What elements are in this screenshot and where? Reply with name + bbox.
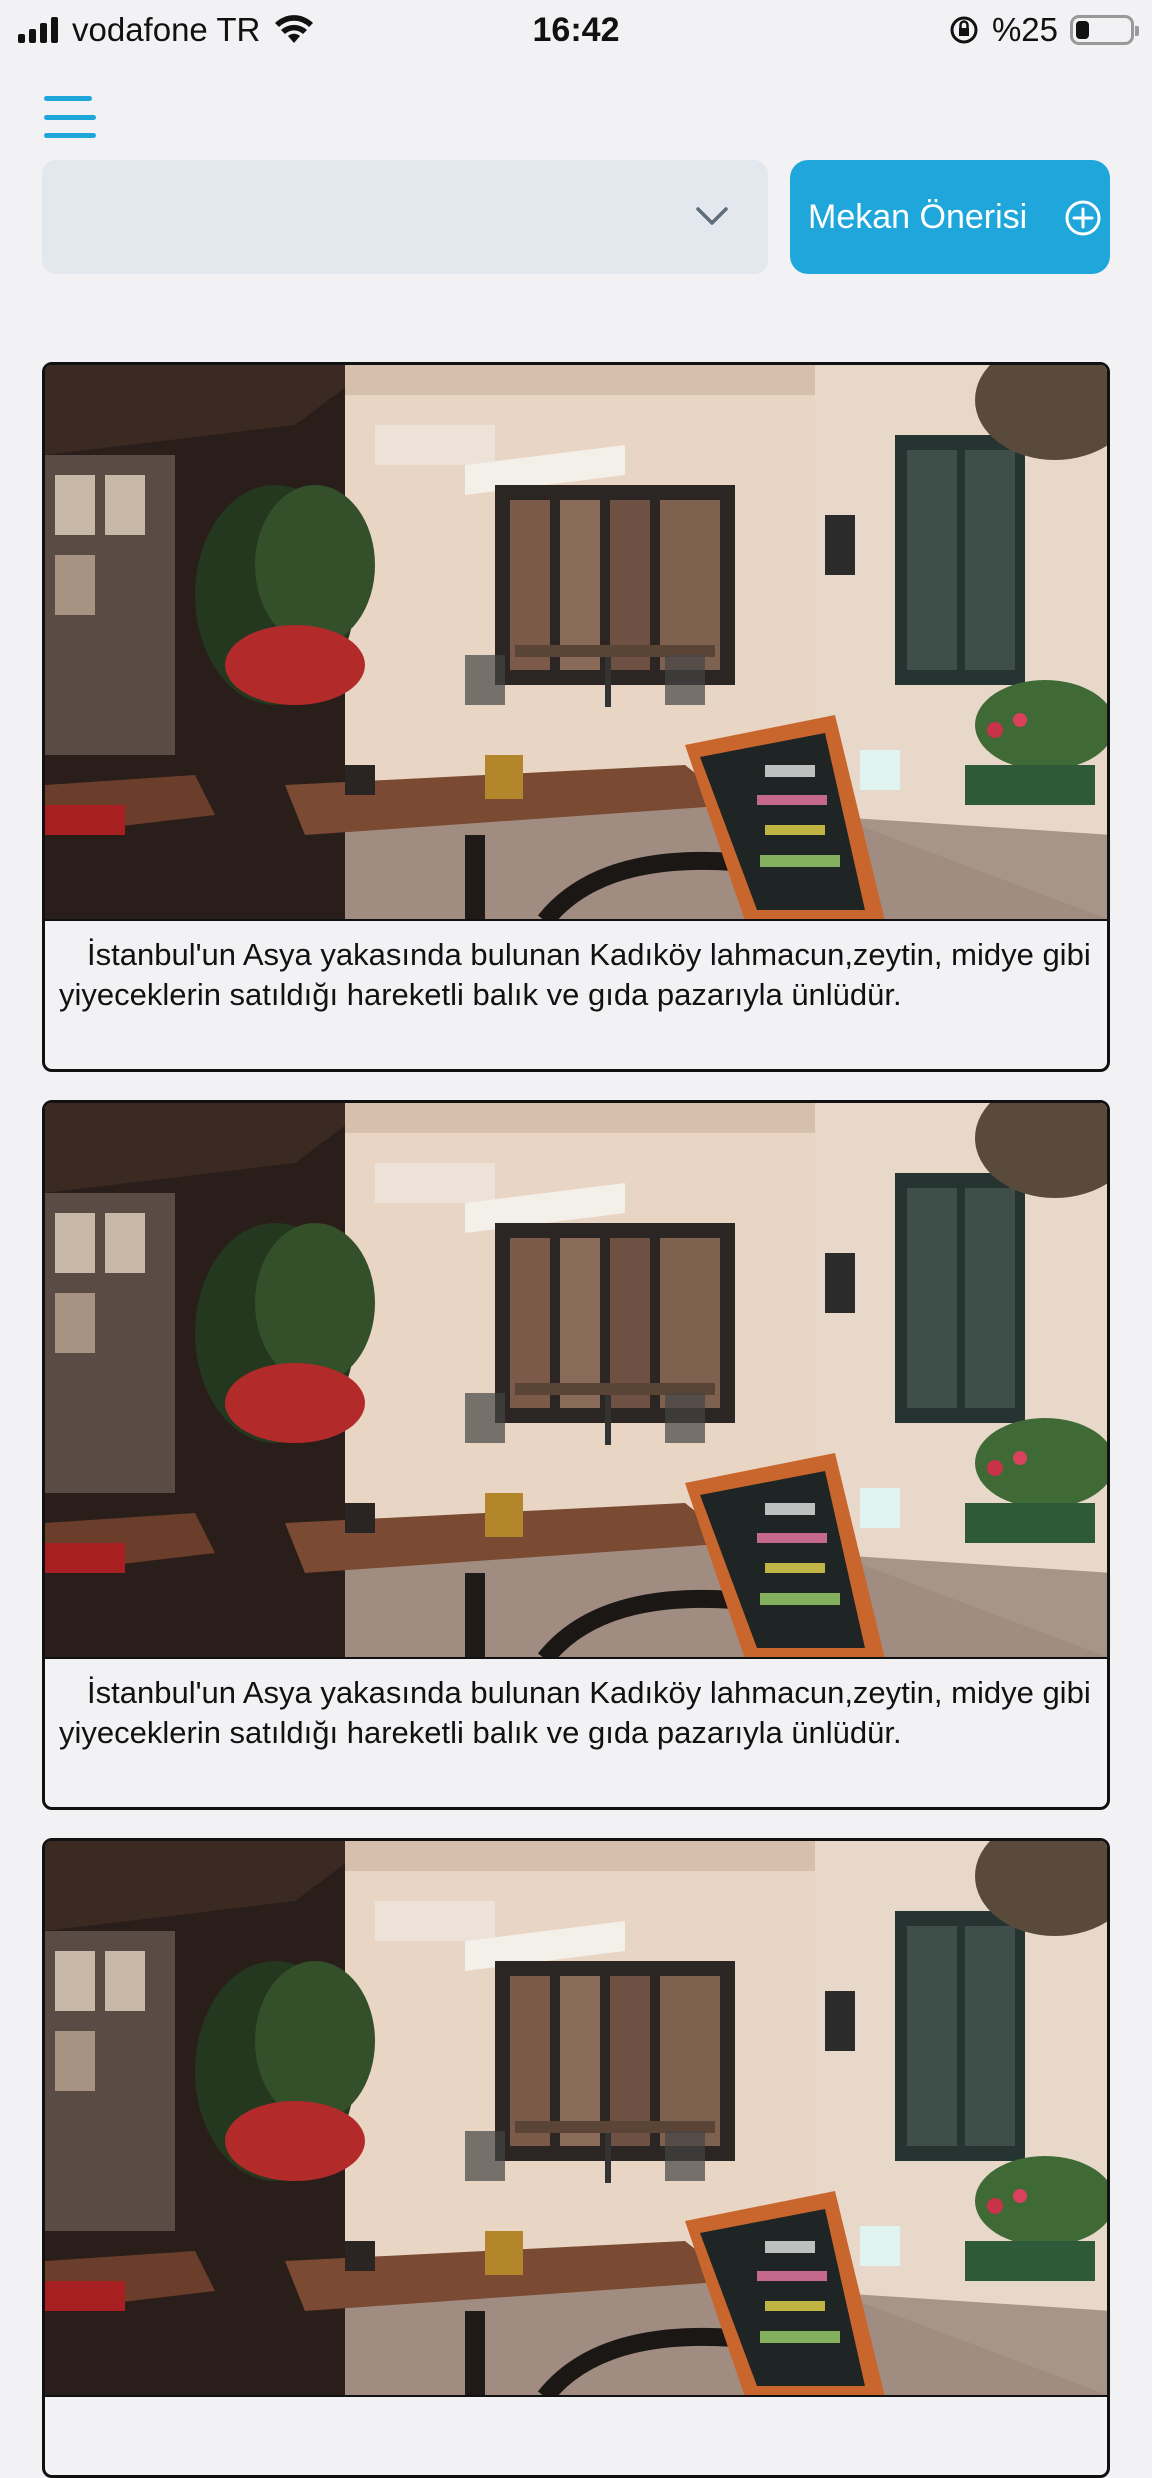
plus-circle-icon	[1065, 200, 1101, 236]
place-description: İstanbul'un Asya yakasında bulunan Kadık…	[59, 937, 1091, 1012]
cafe-street-photo	[45, 1841, 1107, 2397]
battery-percent: %25	[991, 11, 1058, 48]
battery-icon	[1070, 15, 1139, 45]
status-bar: vodafone TR 16:42 %25	[0, 0, 1152, 60]
chevron-down-icon	[696, 207, 728, 225]
suggest-place-button[interactable]: Mekan Önerisi	[790, 160, 1110, 274]
place-select[interactable]	[42, 160, 768, 274]
hamburger-menu-icon[interactable]	[44, 96, 100, 138]
orientation-lock-icon	[950, 16, 978, 44]
place-description: İstanbul'un Asya yakasında bulunan Kadık…	[59, 1675, 1091, 1750]
wifi-icon	[275, 15, 314, 43]
cafe-street-photo	[45, 1103, 1107, 1659]
place-description	[45, 2397, 1107, 2411]
carrier-name: vodafone TR	[72, 11, 261, 48]
cafe-street-photo	[45, 365, 1107, 921]
place-card[interactable]: İstanbul'un Asya yakasında bulunan Kadık…	[42, 362, 1110, 1072]
place-card[interactable]	[42, 1838, 1110, 2478]
cellular-signal-icon	[18, 17, 58, 43]
place-card[interactable]: İstanbul'un Asya yakasında bulunan Kadık…	[42, 1100, 1110, 1810]
suggest-place-label: Mekan Önerisi	[808, 197, 1028, 236]
